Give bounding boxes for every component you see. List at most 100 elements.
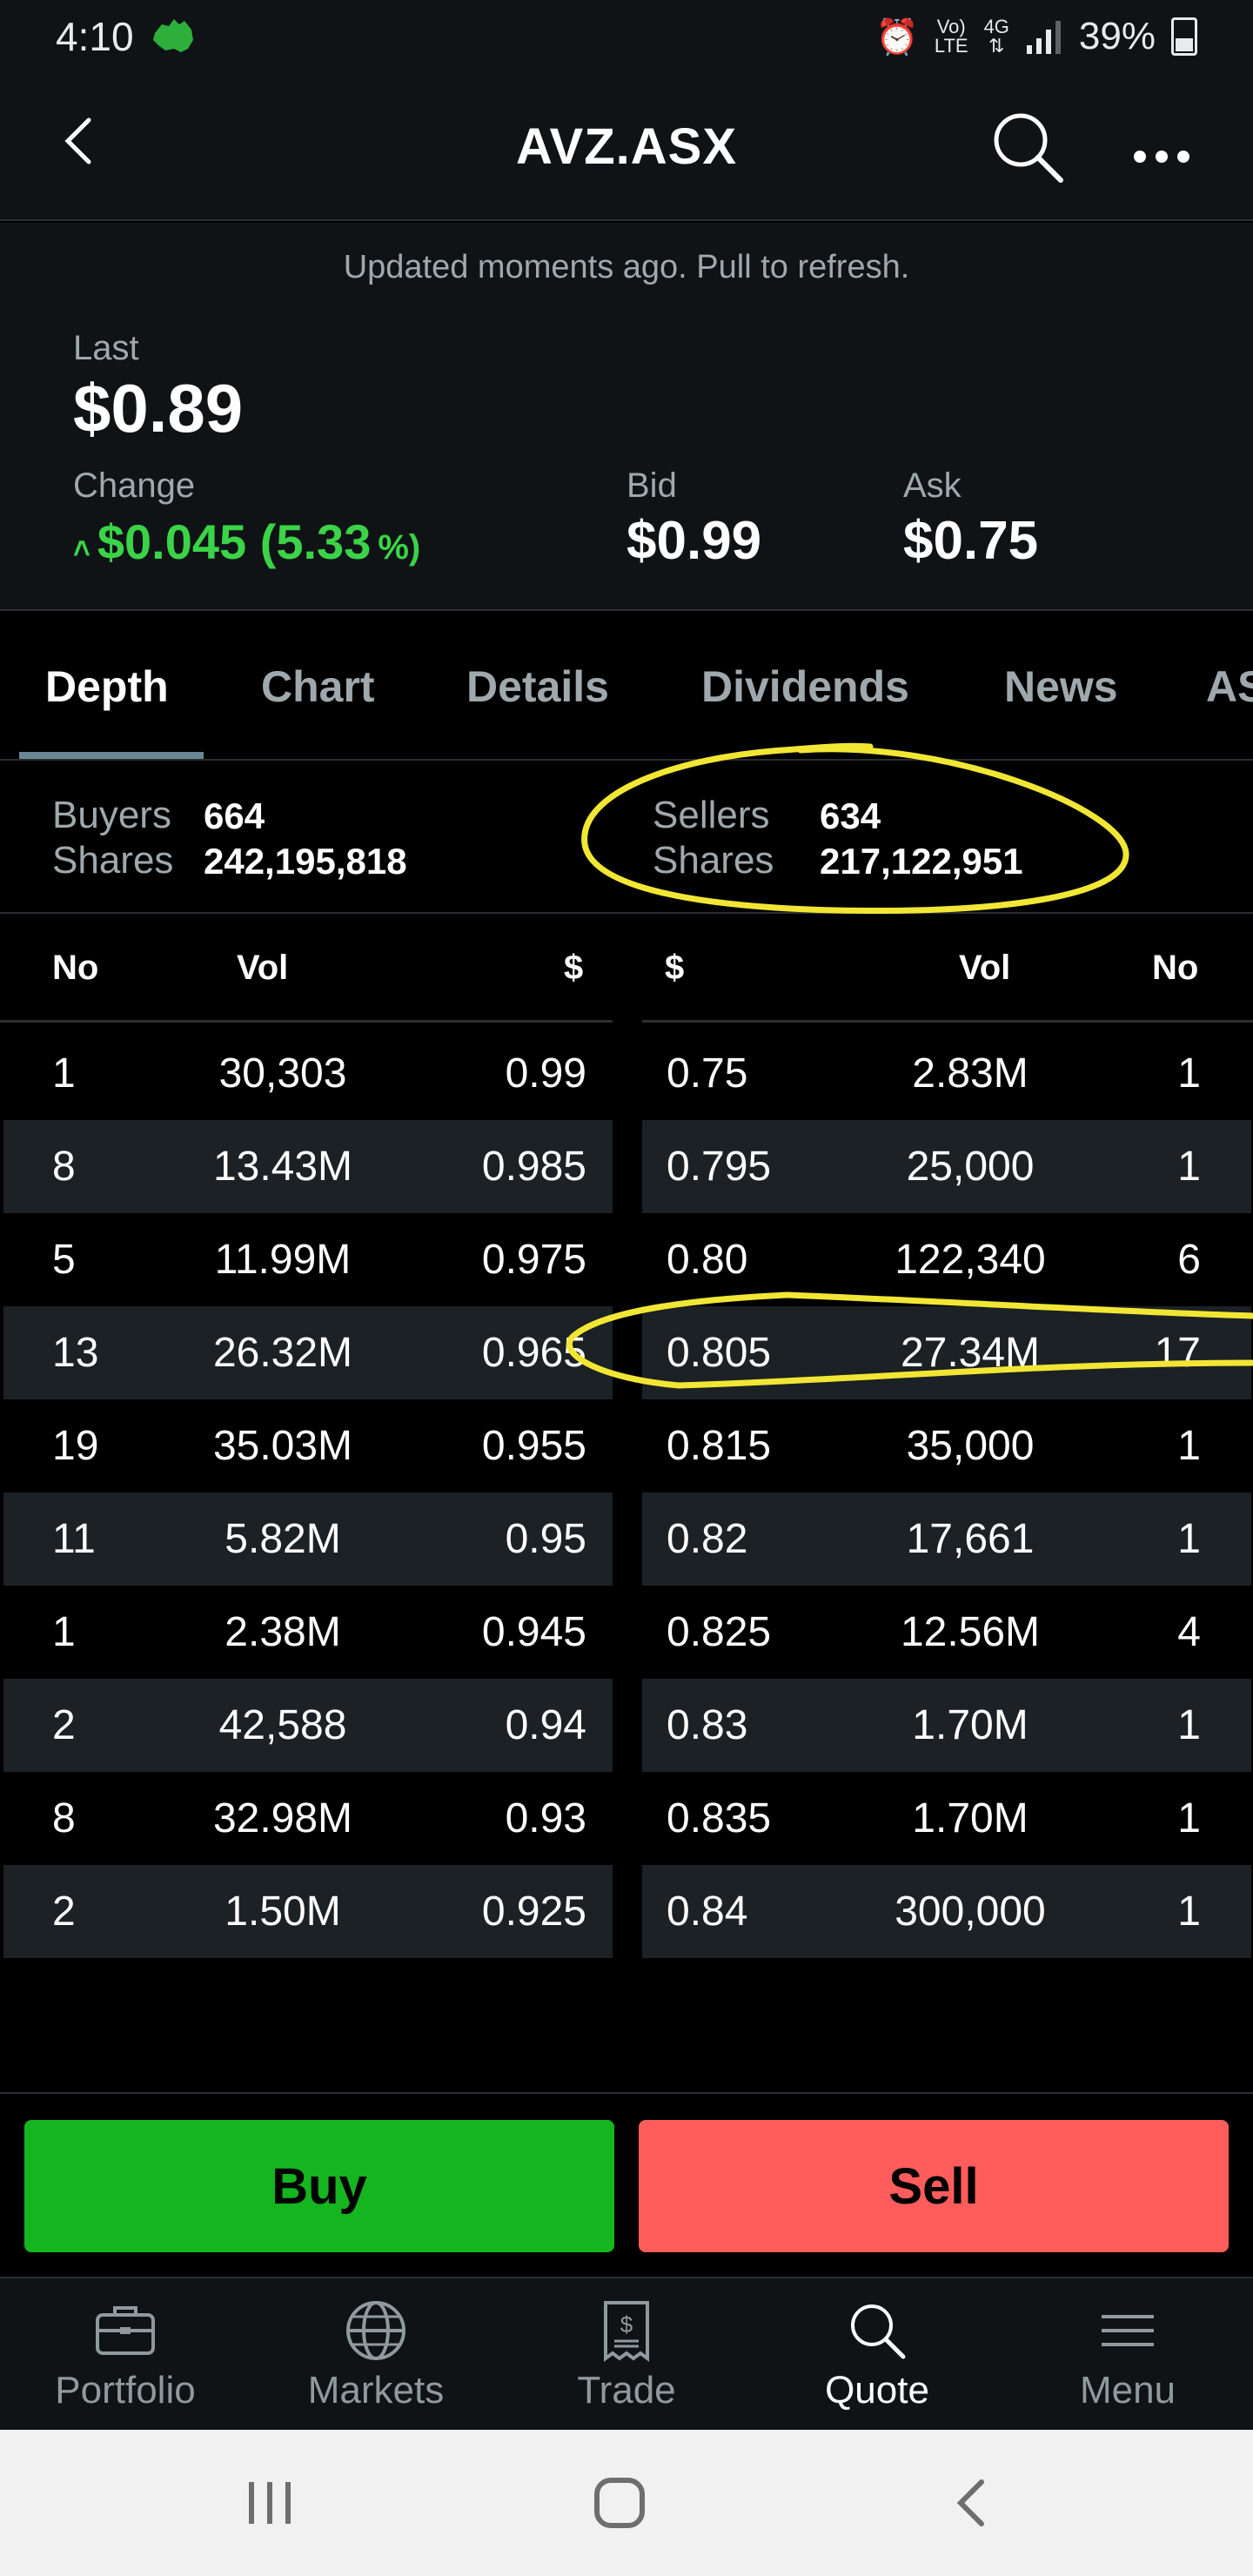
sell-order-count: 4: [1177, 1609, 1201, 1655]
battery-percent: 39%: [1078, 15, 1156, 57]
buy-order-volume: 30,303: [218, 1050, 347, 1097]
buy-order-price: 0.93: [505, 1795, 586, 1841]
sell-order-count: 1: [1177, 1702, 1201, 1748]
signal-icon: [1026, 21, 1061, 54]
sell-order-volume: 1.70M: [912, 1702, 1029, 1748]
buy-order-count: 2: [52, 1702, 76, 1748]
buy-order-count: 13: [52, 1330, 99, 1376]
buy-order-price: 0.94: [505, 1702, 586, 1748]
buy-order-volume: 13.43M: [212, 1144, 353, 1190]
more-horizontal-icon: [1134, 151, 1189, 163]
sell-order-volume: 300,000: [895, 1888, 1046, 1935]
tab-depth[interactable]: Depth: [45, 613, 169, 761]
nav-menu[interactable]: Menu: [1002, 2278, 1253, 2430]
sell-order-volume: 25,000: [906, 1144, 1035, 1190]
depth-summary: Buyers 664 Shares 242,195,818 Sellers 63…: [0, 762, 1253, 914]
australia-map-icon: [152, 19, 193, 52]
buy-order-count: 1: [52, 1050, 76, 1097]
buyers-count: 664: [204, 795, 265, 836]
battery-icon: [1171, 17, 1197, 56]
buy-order-volume: 42,588: [218, 1702, 347, 1748]
nav-trade[interactable]: $ Trade: [501, 2278, 752, 2430]
sell-order-volume: 35,000: [906, 1423, 1035, 1469]
volte-indicator: Vo) LTE: [934, 16, 968, 57]
tab-details[interactable]: Details: [466, 613, 609, 761]
buy-col-no: No: [52, 948, 99, 987]
tab-dividends[interactable]: Dividends: [701, 613, 909, 761]
sell-order-volume: 27.34M: [900, 1330, 1041, 1376]
alarm-icon: ⏰: [875, 17, 919, 57]
buy-order-volume: 5.82M: [224, 1516, 341, 1562]
sell-order-price: 0.75: [667, 1050, 748, 1097]
sell-col-no: No: [1152, 948, 1199, 987]
last-label: Last: [73, 329, 139, 367]
home-icon[interactable]: [592, 2475, 647, 2531]
sell-order-volume: 12.56M: [900, 1609, 1041, 1655]
change-label: Change: [73, 466, 196, 505]
buy-order-price: 0.99: [505, 1050, 586, 1097]
last-price: $0.89: [73, 370, 244, 446]
up-arrow-icon: ˄: [73, 533, 90, 566]
buy-order-price: 0.955: [481, 1423, 586, 1469]
sell-order-volume: 17,661: [906, 1516, 1035, 1562]
sell-order-volume: 2.83M: [912, 1050, 1029, 1097]
chevron-left-icon: [64, 117, 91, 164]
sell-col-vol: Vol: [959, 948, 1011, 987]
buy-col-vol: Vol: [237, 948, 289, 987]
sell-button[interactable]: Sell: [639, 2120, 1229, 2252]
sell-order-price: 0.825: [667, 1609, 772, 1655]
buy-order-volume: 35.03M: [212, 1423, 353, 1469]
sell-order-count: 1: [1177, 1888, 1201, 1935]
tab-chart[interactable]: Chart: [261, 613, 375, 761]
buy-order-volume: 32.98M: [212, 1795, 353, 1841]
buy-order-volume: 1.50M: [224, 1888, 341, 1935]
buy-order-volume: 11.99M: [214, 1237, 352, 1283]
nav-quote[interactable]: Quote: [752, 2278, 1002, 2430]
buyers-shares-label: Shares: [52, 839, 174, 882]
globe-icon: [346, 2301, 405, 2360]
ask-value: $0.75: [903, 511, 1039, 571]
buy-order-count: 8: [52, 1795, 76, 1841]
refresh-status: Updated moments ago. Pull to refresh.: [343, 249, 910, 285]
sell-order-volume: 1.70M: [912, 1795, 1029, 1841]
sell-order-count: 17: [1154, 1330, 1201, 1376]
buy-order-count: 11: [52, 1516, 96, 1562]
system-back-icon[interactable]: [954, 2477, 988, 2529]
bottom-navigation: Portfolio Markets $ Trade Quote Menu: [0, 2278, 1253, 2430]
ask-label: Ask: [903, 466, 962, 505]
search-icon: [994, 113, 1063, 183]
sellers-shares-value: 217,122,951: [820, 841, 1023, 882]
hamburger-icon: [1102, 2315, 1154, 2346]
buy-order-count: 19: [52, 1423, 99, 1469]
network-indicator: 4G ⇅: [983, 16, 1009, 57]
tab-news[interactable]: News: [1004, 613, 1118, 761]
action-bar: Buy Sell: [0, 2092, 1253, 2278]
receipt-icon: $: [604, 2301, 649, 2362]
sellers-label: Sellers: [653, 794, 770, 836]
search-button[interactable]: [988, 107, 1066, 185]
recent-apps-icon[interactable]: [244, 2479, 296, 2527]
change-value: ˄ $0.045 (5.33%): [73, 514, 421, 569]
sell-order-price: 0.80: [667, 1237, 748, 1283]
more-options-button[interactable]: [1131, 114, 1192, 178]
buy-order-count: 2: [52, 1888, 76, 1935]
buy-order-price: 0.975: [481, 1237, 586, 1283]
nav-portfolio[interactable]: Portfolio: [0, 2278, 251, 2430]
active-tab-indicator: [19, 752, 204, 759]
buy-order-price: 0.985: [481, 1144, 586, 1190]
buy-order-volume: 2.38M: [224, 1609, 341, 1655]
sell-order-price: 0.83: [667, 1702, 748, 1748]
buy-order-price: 0.965: [481, 1330, 586, 1376]
status-bar: 4:10 ⏰ Vo) LTE 4G ⇅ 39%: [0, 0, 1253, 73]
sell-order-count: 1: [1177, 1516, 1201, 1562]
briefcase-icon: [96, 2306, 155, 2355]
buy-order-count: 8: [52, 1144, 76, 1190]
bid-label: Bid: [626, 466, 677, 505]
buy-order-price: 0.95: [505, 1516, 586, 1562]
back-button[interactable]: [61, 111, 96, 181]
buy-order-price: 0.925: [481, 1888, 586, 1935]
buy-button[interactable]: Buy: [24, 2120, 614, 2252]
tab-asx-partial[interactable]: AS: [1206, 613, 1253, 761]
nav-markets[interactable]: Markets: [251, 2278, 501, 2430]
page-title: AVZ.ASX: [515, 117, 738, 175]
